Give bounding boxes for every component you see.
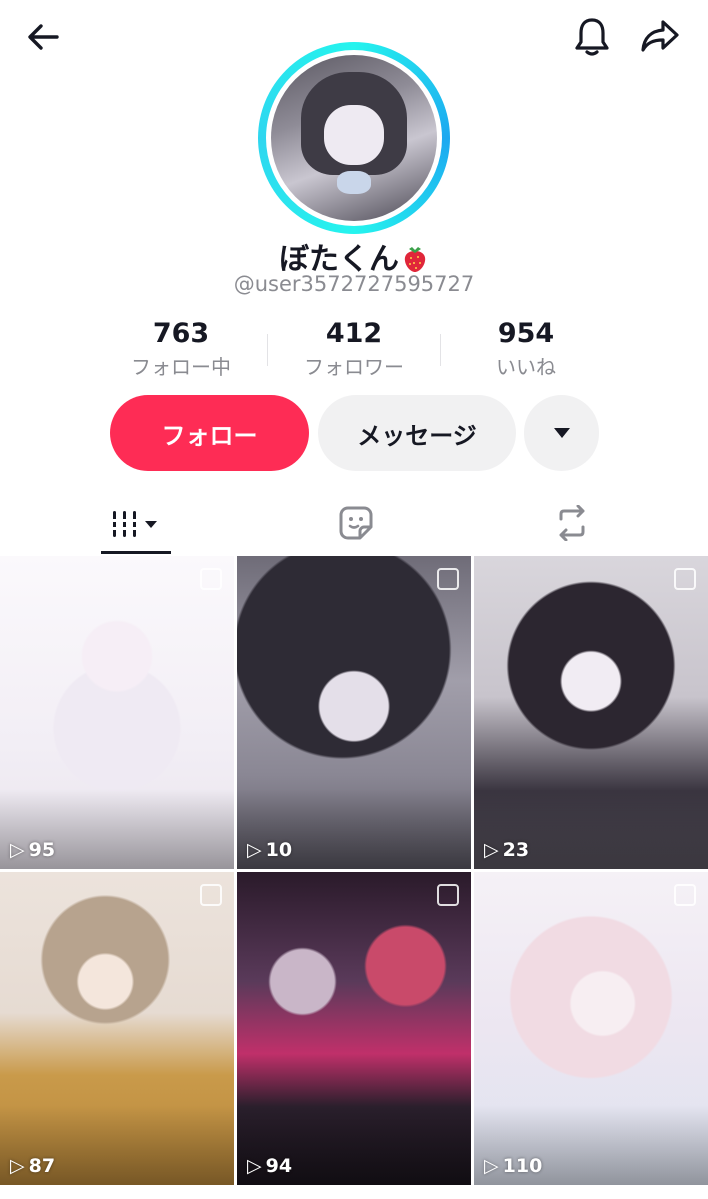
back-arrow-icon	[28, 24, 59, 50]
view-count-text: 23	[502, 839, 530, 861]
play-icon: ▷	[247, 1155, 262, 1177]
avatar[interactable]	[266, 50, 442, 226]
tab-liked[interactable]	[320, 490, 392, 556]
share-button[interactable]	[636, 12, 684, 60]
view-count-text: 10	[265, 839, 293, 861]
tab-reposts[interactable]	[536, 490, 608, 556]
notification-button[interactable]	[568, 12, 616, 60]
video-thumbnail[interactable]: ▷ 94	[237, 872, 471, 1185]
video-thumbnail[interactable]: ▷ 10	[237, 556, 471, 869]
share-arrow-icon	[641, 20, 679, 52]
avatar-story-ring[interactable]	[258, 42, 450, 234]
video-thumbnail[interactable]: ▷ 87	[0, 872, 234, 1185]
sticker-icon	[339, 506, 373, 540]
repost-icon	[559, 505, 585, 541]
view-count: ▷ 10	[247, 839, 292, 861]
likes-count: 954	[497, 318, 555, 349]
content-tabs	[0, 490, 708, 556]
following-count: 763	[152, 318, 210, 349]
view-count-text: 95	[28, 839, 56, 861]
play-icon: ▷	[484, 1155, 499, 1177]
view-count: ▷ 87	[10, 1155, 55, 1177]
view-count-text: 94	[265, 1155, 293, 1177]
username-handle: @user3572727595727	[233, 272, 475, 296]
likes-label: いいね	[496, 355, 556, 379]
strawberry-icon	[404, 247, 426, 272]
stat-divider	[440, 334, 441, 366]
play-icon: ▷	[10, 839, 25, 861]
view-count-text: 87	[28, 1155, 56, 1177]
message-button[interactable]: メッセージ	[318, 395, 516, 471]
avatar-image	[271, 55, 437, 221]
view-count: ▷ 95	[10, 839, 55, 861]
back-button[interactable]	[20, 14, 66, 60]
follow-button[interactable]: フォロー	[110, 395, 309, 471]
tab-videos[interactable]	[100, 490, 172, 556]
view-count-text: 110	[502, 1155, 543, 1177]
stat-following[interactable]: 763 フォロー中	[106, 318, 256, 380]
video-thumbnail[interactable]: ▷ 95	[0, 556, 234, 869]
suggested-accounts-button[interactable]	[524, 395, 599, 471]
play-icon: ▷	[484, 839, 499, 861]
profile-stats: 763 フォロー中 412 フォロワー 954 いいね	[0, 318, 708, 382]
view-count: ▷ 94	[247, 1155, 292, 1177]
grid-bars-icon	[110, 511, 157, 537]
followers-label: フォロワー	[304, 355, 404, 379]
followers-count: 412	[325, 318, 383, 349]
triangle-down-icon	[553, 428, 570, 438]
video-thumbnail[interactable]: ▷ 23	[474, 556, 708, 869]
play-icon: ▷	[247, 839, 262, 861]
bell-icon	[575, 18, 609, 56]
stat-divider	[267, 334, 268, 366]
active-tab-indicator	[101, 551, 171, 554]
video-thumbnail[interactable]: ▷ 110	[474, 872, 708, 1185]
view-count: ▷ 23	[484, 839, 529, 861]
stat-followers[interactable]: 412 フォロワー	[279, 318, 429, 380]
following-label: フォロー中	[131, 355, 231, 379]
stat-likes[interactable]: 954 いいね	[451, 318, 601, 380]
play-icon: ▷	[10, 1155, 25, 1177]
view-count: ▷ 110	[484, 1155, 542, 1177]
